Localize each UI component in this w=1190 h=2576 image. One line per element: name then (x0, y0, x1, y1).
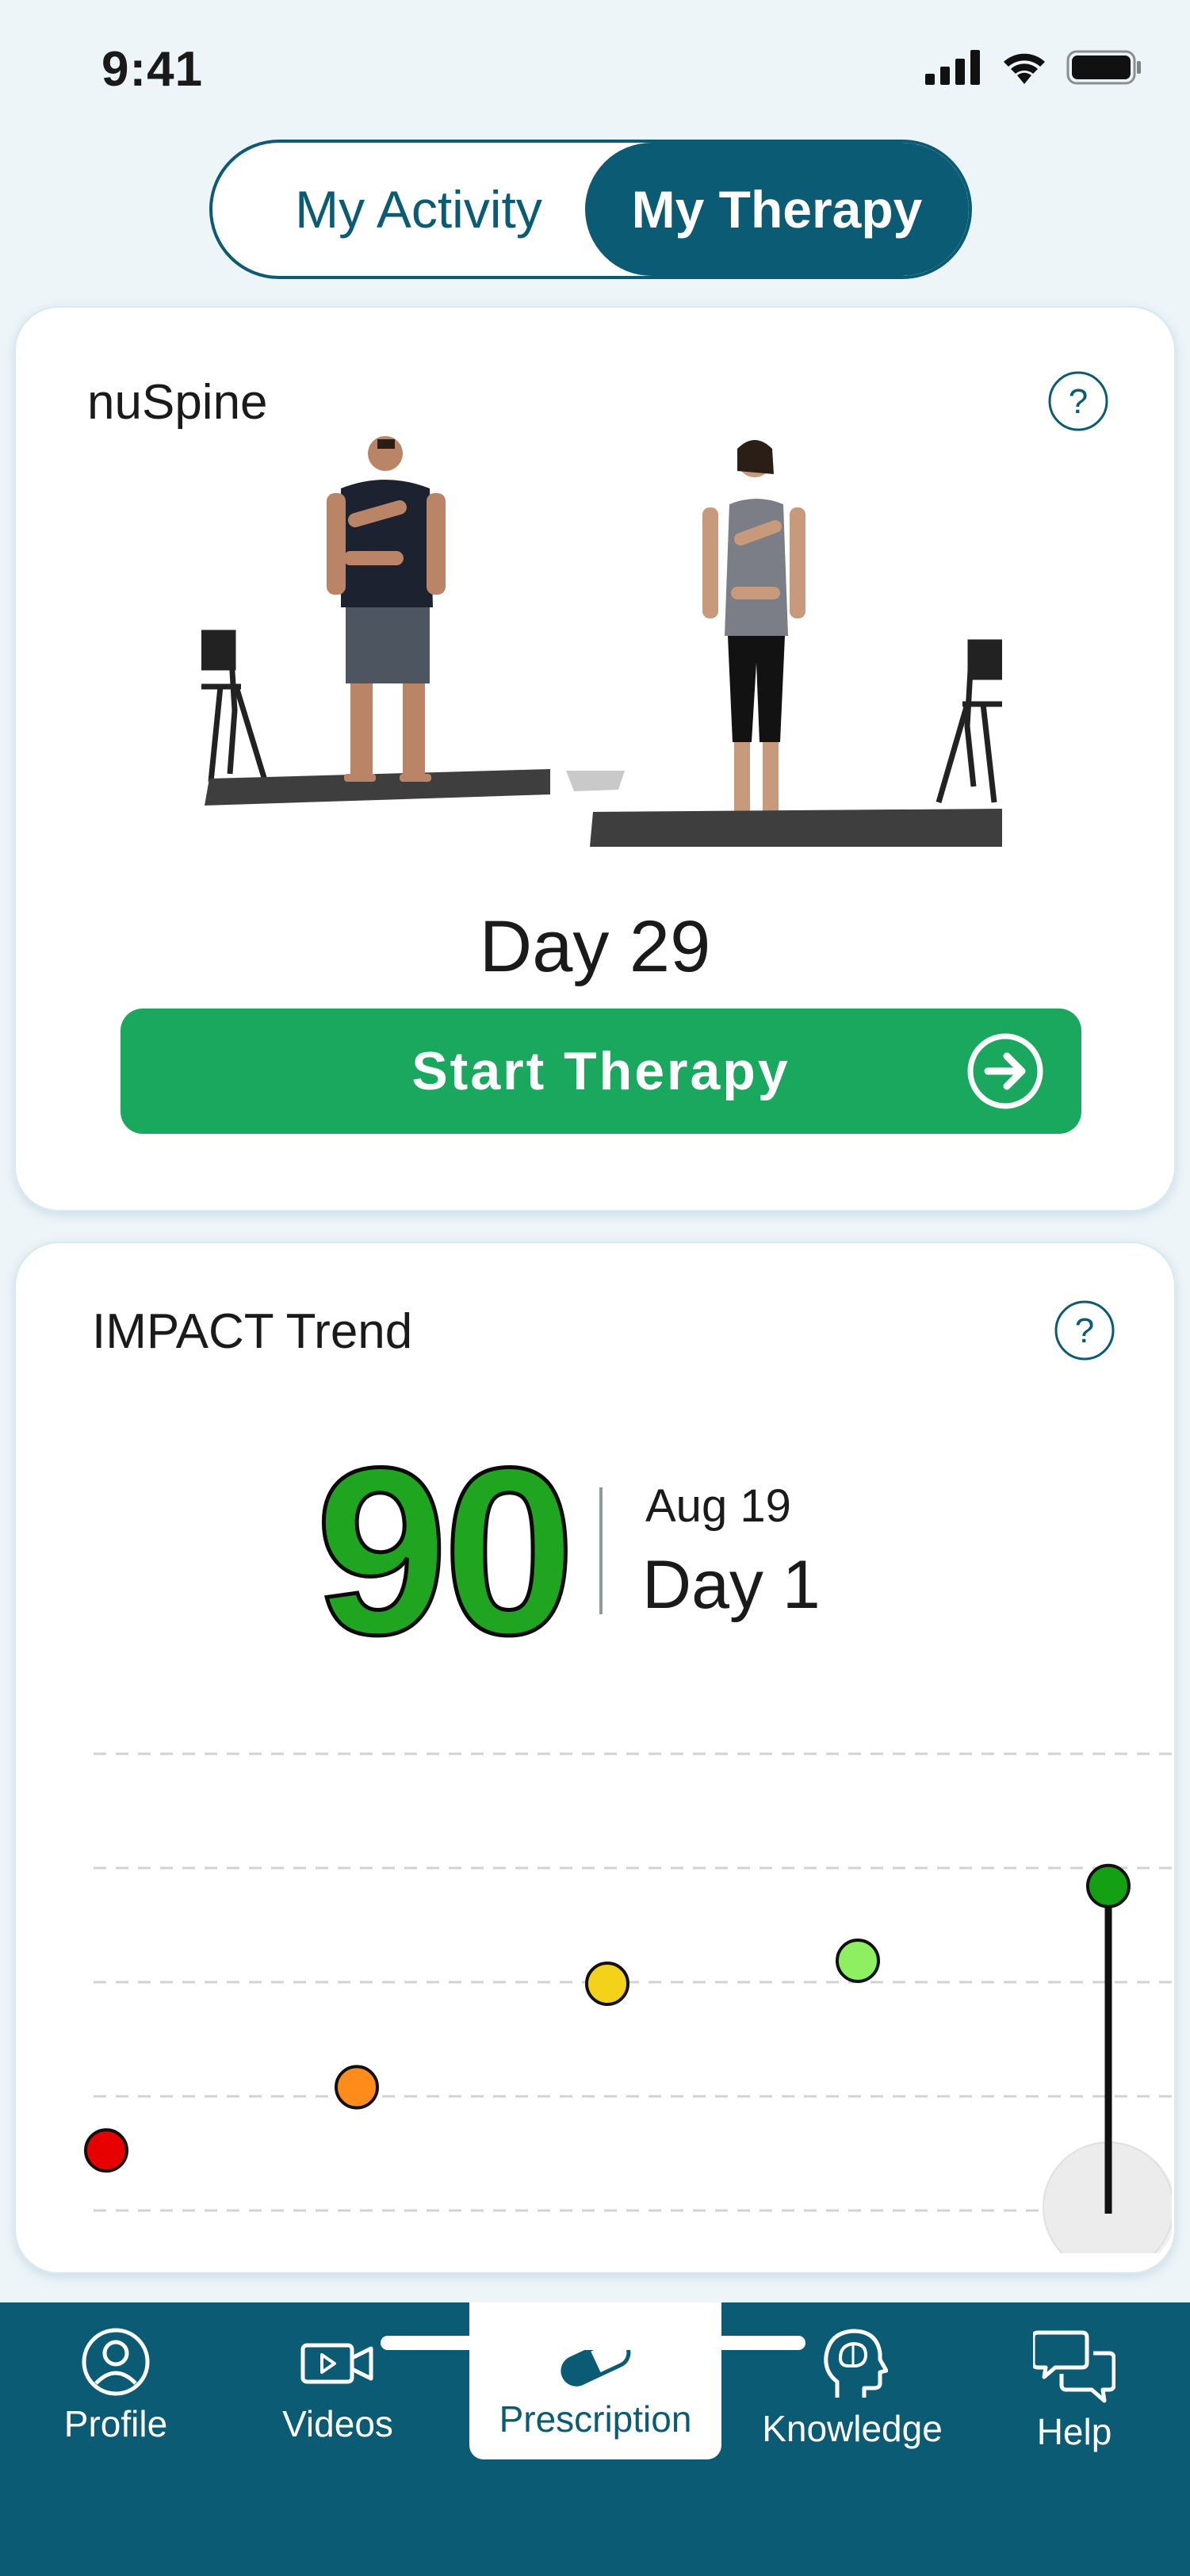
status-time: 9:41 (101, 42, 204, 97)
tab-my-activity[interactable]: My Activity (212, 143, 625, 276)
chart-point-4[interactable] (836, 1939, 880, 1983)
impact-trend-chart (84, 1752, 1172, 2253)
start-therapy-button[interactable]: Start Therapy (121, 1009, 1081, 1134)
nav-knowledge[interactable]: Knowledge (745, 2326, 959, 2517)
svg-text:?: ? (1069, 382, 1088, 421)
impact-day-label: Day 1 (642, 1547, 821, 1623)
therapy-card: nuSpine ? Day 29 Start Therapy (14, 306, 1176, 1211)
video-camera-icon (300, 2343, 373, 2384)
impact-date: Aug 19 (645, 1480, 791, 1532)
help-icon[interactable]: ? (1047, 369, 1110, 433)
help-icon[interactable]: ? (1053, 1299, 1116, 1362)
cellular-signal-icon (925, 50, 980, 85)
therapy-day-label: Day 29 (479, 906, 711, 987)
therapy-card-title: nuSpine (87, 375, 268, 430)
impact-score: 90 (314, 1418, 578, 1684)
activity-therapy-toggle: My Activity My Therapy (209, 140, 972, 279)
nav-profile[interactable]: Profile (29, 2326, 203, 2517)
nav-prescription-label: Prescription (499, 2398, 692, 2440)
chart-point-3[interactable] (585, 1962, 629, 2006)
home-indicator (381, 2336, 805, 2350)
score-divider (599, 1487, 603, 1614)
brain-head-icon (824, 2329, 888, 2398)
nav-videos-label: Videos (282, 2403, 393, 2444)
nav-prescription[interactable]: Prescription (469, 2302, 721, 2459)
status-bar: 9:41 (0, 0, 1190, 135)
person-icon (82, 2328, 150, 2396)
start-therapy-label: Start Therapy (411, 1041, 790, 1101)
status-icons (925, 49, 1142, 86)
nav-profile-label: Profile (63, 2403, 168, 2444)
man-figure (327, 436, 446, 782)
nav-knowledge-label: Knowledge (762, 2408, 943, 2449)
chart-point-1[interactable] (84, 2128, 128, 2173)
nav-help-label: Help (1036, 2411, 1112, 2452)
woman-figure (702, 440, 805, 815)
chart-point-2[interactable] (335, 2065, 379, 2110)
nav-help[interactable]: Help (999, 2326, 1150, 2517)
exercise-illustration (201, 436, 1002, 847)
chair-left-icon (201, 630, 268, 783)
impact-card-title: IMPACT Trend (92, 1304, 413, 1359)
impact-trend-card: IMPACT Trend ? 90 Aug 19 Day 1 (14, 1242, 1176, 2274)
chart-point-5[interactable] (1086, 1863, 1131, 1908)
chat-bubbles-icon (1033, 2330, 1115, 2403)
nav-videos[interactable]: Videos (251, 2326, 425, 2517)
arrow-right-circle-icon (967, 1033, 1043, 1109)
wifi-icon (1004, 53, 1045, 84)
battery-icon (1066, 50, 1141, 85)
tab-my-therapy[interactable]: My Therapy (585, 143, 969, 276)
svg-text:?: ? (1075, 1311, 1094, 1350)
bottom-navigation: Profile Videos Prescription Knowledge He… (0, 2302, 1190, 2576)
chair-right-icon (936, 639, 1002, 803)
